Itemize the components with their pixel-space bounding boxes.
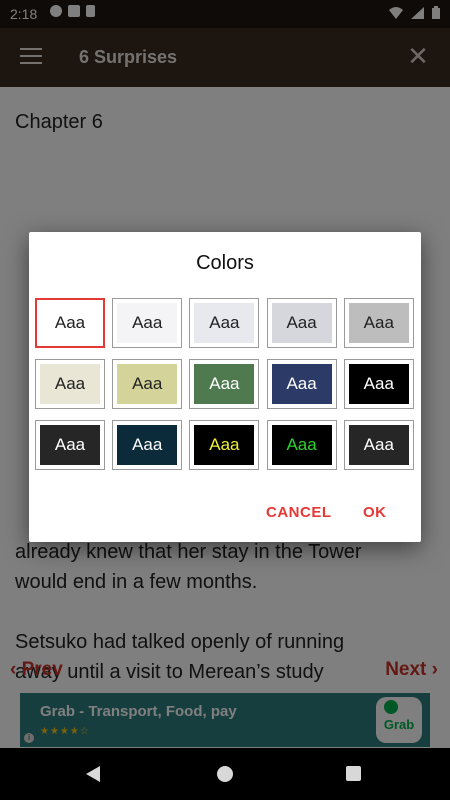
swatch-preview-label: Aaa xyxy=(194,303,255,343)
recent-apps-icon[interactable] xyxy=(346,766,361,781)
color-swatch[interactable]: Aaa xyxy=(35,298,105,348)
color-swatch[interactable]: Aaa xyxy=(266,420,337,470)
color-swatch[interactable]: Aaa xyxy=(343,298,414,348)
swatch-preview-label: Aaa xyxy=(348,303,409,343)
back-icon[interactable] xyxy=(86,766,100,782)
swatch-preview-label: Aaa xyxy=(117,364,178,404)
dialog-title: Colors xyxy=(196,252,254,274)
swatch-preview-label: Aaa xyxy=(117,425,178,465)
system-nav-bar xyxy=(0,748,450,800)
swatch-preview-label: Aaa xyxy=(40,425,100,465)
color-swatch[interactable]: Aaa xyxy=(343,359,414,409)
color-swatch[interactable]: Aaa xyxy=(266,359,337,409)
swatch-preview-label: Aaa xyxy=(194,425,255,465)
swatch-preview-label: Aaa xyxy=(194,364,255,404)
cancel-button[interactable]: CANCEL xyxy=(266,504,332,521)
color-swatch[interactable]: Aaa xyxy=(189,359,260,409)
ok-button[interactable]: OK xyxy=(363,504,387,521)
color-swatch[interactable]: Aaa xyxy=(112,298,183,348)
color-swatch[interactable]: Aaa xyxy=(35,420,105,470)
swatch-preview-label: Aaa xyxy=(271,425,332,465)
color-swatch[interactable]: Aaa xyxy=(266,298,337,348)
swatch-preview-label: Aaa xyxy=(271,303,332,343)
swatch-preview-label: Aaa xyxy=(348,364,409,404)
swatch-preview-label: Aaa xyxy=(40,364,100,404)
swatch-preview-label: Aaa xyxy=(40,303,100,343)
swatch-preview-label: Aaa xyxy=(117,303,178,343)
color-swatch[interactable]: Aaa xyxy=(112,359,183,409)
color-swatch[interactable]: Aaa xyxy=(189,420,260,470)
color-swatch[interactable]: Aaa xyxy=(112,420,183,470)
color-swatch[interactable]: Aaa xyxy=(343,420,414,470)
home-icon[interactable] xyxy=(217,766,233,782)
swatch-preview-label: Aaa xyxy=(348,425,409,465)
color-swatch[interactable]: Aaa xyxy=(189,298,260,348)
colors-dialog: Colors Aaa Aaa Aaa Aaa Aaa Aaa Aaa Aaa Aaa Aaa Aaa… xyxy=(29,232,421,542)
swatch-preview-label: Aaa xyxy=(271,364,332,404)
color-swatch[interactable]: Aaa xyxy=(35,359,105,409)
